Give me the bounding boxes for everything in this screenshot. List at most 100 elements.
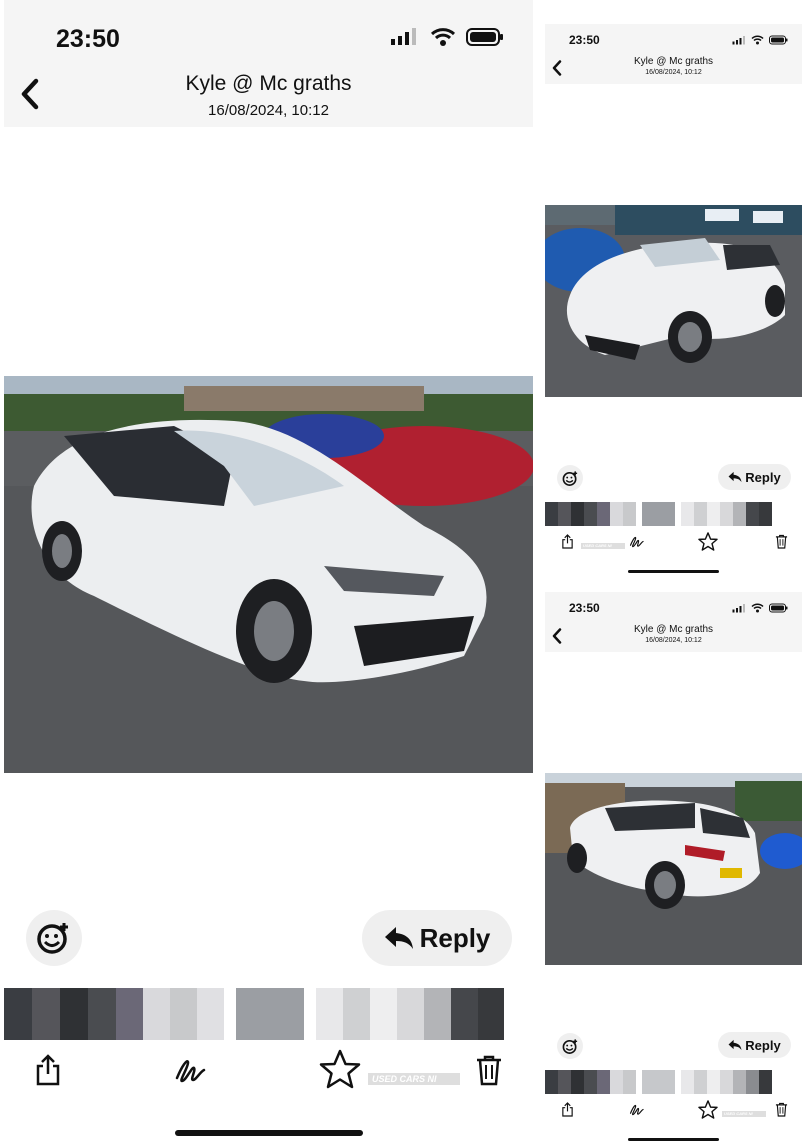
car-photo-image	[545, 773, 802, 965]
thumbnail-strip[interactable]	[545, 1070, 802, 1094]
thumbnail[interactable]	[170, 988, 197, 1040]
share-icon	[561, 1101, 573, 1117]
thumbnail[interactable]	[116, 988, 143, 1040]
delete-button[interactable]	[772, 1100, 790, 1118]
status-time: 23:50	[569, 601, 600, 615]
reply-label: Reply	[745, 1037, 781, 1053]
thumbnail-selected[interactable]	[746, 1070, 759, 1094]
thumbnail[interactable]	[694, 502, 707, 526]
thumbnail[interactable]	[571, 502, 584, 526]
thumbnail[interactable]	[597, 1070, 610, 1094]
trash-icon	[775, 534, 787, 549]
thumbnail[interactable]	[370, 988, 397, 1040]
main-screenshot: 23:50 Kyle @ Mc graths 16/08/2024, 10:12	[4, 0, 533, 1147]
thumbnail-selected[interactable]	[642, 502, 675, 526]
add-reaction-button[interactable]	[557, 465, 583, 491]
car-photo-image	[4, 376, 533, 773]
thumbnail[interactable]	[681, 502, 694, 526]
markup-button[interactable]	[627, 1100, 647, 1118]
thumbnail[interactable]	[623, 502, 636, 526]
conversation-title: Kyle @ Mc graths	[633, 56, 714, 67]
thumbnail[interactable]	[545, 1070, 558, 1094]
thumbnail[interactable]	[694, 1070, 707, 1094]
thumbnail[interactable]	[733, 1070, 746, 1094]
thumbnail[interactable]	[584, 502, 597, 526]
thumbnail[interactable]	[478, 988, 504, 1040]
car-photo-front-alt[interactable]	[545, 205, 802, 397]
conversation-header: Kyle @ Mc graths 16/08/2024, 10:12	[4, 72, 533, 119]
thumbnail-strip[interactable]	[545, 502, 802, 526]
star-icon	[319, 1049, 361, 1089]
reply-button[interactable]: Reply	[362, 910, 512, 966]
status-icons	[390, 27, 504, 47]
markup-button[interactable]	[172, 1052, 212, 1088]
thumbnail[interactable]	[610, 1070, 623, 1094]
cellular-signal-icon	[391, 28, 416, 45]
thumbnail[interactable]	[316, 988, 343, 1040]
thumbnail[interactable]	[707, 502, 720, 526]
thumbnail-strip[interactable]	[4, 988, 533, 1040]
thumbnail[interactable]	[451, 988, 478, 1040]
thumbnail[interactable]	[571, 1070, 584, 1094]
thumbnail[interactable]	[88, 988, 116, 1040]
thumbnail[interactable]	[545, 502, 558, 526]
thumbnail-gap	[224, 988, 236, 1040]
status-time: 23:50	[56, 25, 120, 53]
share-icon	[36, 1054, 60, 1086]
thumbnail[interactable]	[143, 988, 170, 1040]
add-reaction-button[interactable]	[26, 910, 82, 966]
wifi-icon	[430, 28, 456, 46]
thumbnail[interactable]	[343, 988, 370, 1040]
car-photo-front[interactable]	[4, 376, 533, 773]
thumbnail[interactable]	[733, 502, 746, 526]
thumbnail[interactable]	[424, 988, 451, 1040]
home-indicator	[628, 1138, 719, 1141]
thumbnail[interactable]	[642, 1070, 675, 1094]
reply-button[interactable]: Reply	[718, 464, 791, 490]
reply-arrow-icon	[728, 1039, 742, 1051]
thumbnail-gap	[304, 988, 316, 1040]
add-reaction-icon	[562, 1038, 577, 1054]
thumbnail[interactable]	[60, 988, 88, 1040]
favorite-button[interactable]	[697, 1098, 719, 1120]
thumbnail[interactable]	[759, 1070, 772, 1094]
car-photo-rear[interactable]	[545, 773, 802, 965]
thumbnail[interactable]	[610, 502, 623, 526]
add-reaction-icon	[37, 923, 68, 954]
reply-arrow-icon	[728, 471, 742, 483]
thumbnail[interactable]	[558, 502, 571, 526]
markup-button[interactable]	[627, 532, 647, 550]
thumbnail[interactable]	[623, 1070, 636, 1094]
thumbnail[interactable]	[4, 988, 32, 1040]
delete-button[interactable]	[472, 1052, 506, 1088]
favorite-button[interactable]	[697, 530, 719, 552]
watermark: USED CARS NI	[722, 1111, 766, 1117]
add-reaction-button[interactable]	[557, 1033, 583, 1059]
watermark: USED CARS NI	[581, 543, 625, 549]
thumbnail-selected[interactable]	[236, 988, 304, 1040]
thumbnail[interactable]	[681, 1070, 694, 1094]
thumbnail[interactable]	[720, 1070, 733, 1094]
share-button[interactable]	[30, 1052, 66, 1088]
thumbnail[interactable]	[558, 1070, 571, 1094]
conversation-header: Kyle @ Mc graths 16/08/2024, 10:12	[545, 56, 802, 76]
cellular-signal-icon	[732, 603, 745, 612]
thumbnail[interactable]	[397, 988, 424, 1040]
markup-icon	[629, 1104, 644, 1115]
thumbnail[interactable]	[597, 502, 610, 526]
thumbnail[interactable]	[197, 988, 224, 1040]
thumbnail[interactable]	[707, 1070, 720, 1094]
thumbnail[interactable]	[759, 502, 772, 526]
status-icons	[732, 35, 788, 45]
favorite-button[interactable]	[318, 1048, 362, 1090]
thumbnail[interactable]	[746, 502, 759, 526]
conversation-title: Kyle @ Mc graths	[185, 72, 352, 95]
thumbnail[interactable]	[584, 1070, 597, 1094]
thumbnail[interactable]	[32, 988, 60, 1040]
thumbnail[interactable]	[720, 502, 733, 526]
delete-button[interactable]	[772, 532, 790, 550]
share-button[interactable]	[558, 532, 576, 550]
reply-button[interactable]: Reply	[718, 1032, 791, 1058]
message-date: 16/08/2024, 10:12	[645, 69, 702, 76]
share-button[interactable]	[558, 1100, 576, 1118]
